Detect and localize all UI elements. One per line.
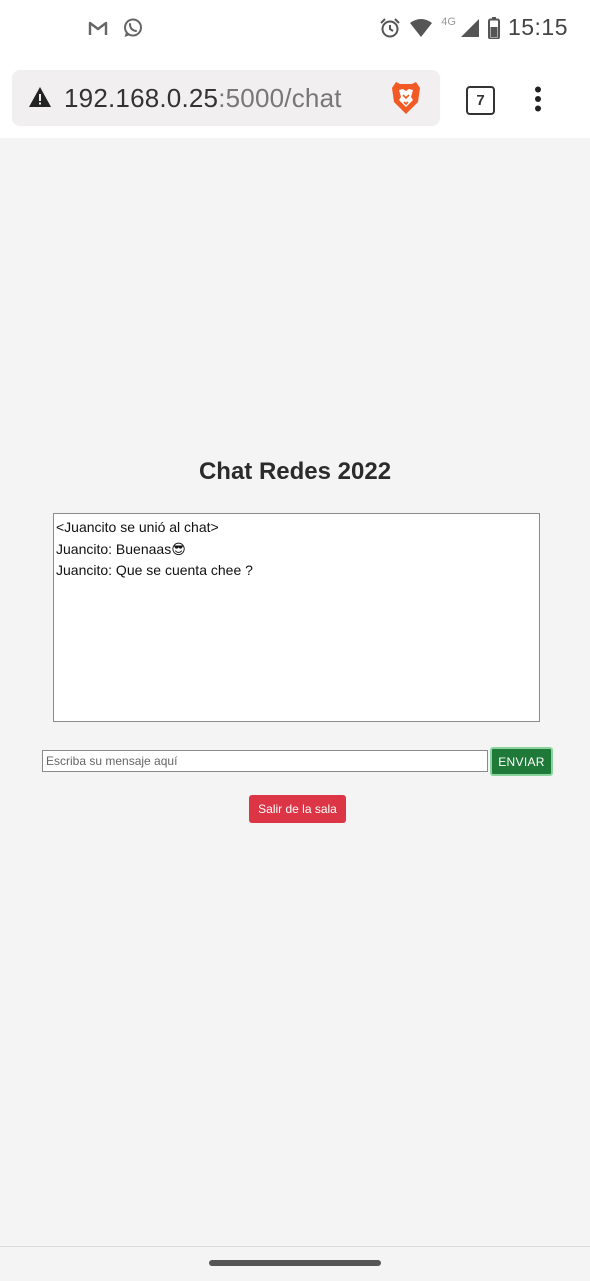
browser-toolbar: 192.168.0.25:5000/chat 7 [0,60,590,138]
gmail-icon [88,20,108,36]
status-bar: 4G 15:15 [0,0,590,60]
chat-messages-box[interactable]: <Juancito se unió al chat> Juancito: Bue… [53,513,540,722]
tabs-count-button[interactable]: 7 [466,86,495,115]
whatsapp-icon [122,17,144,39]
url-text[interactable]: 192.168.0.25:5000/chat [64,83,342,114]
menu-dots-icon[interactable] [532,86,544,112]
send-button[interactable]: ENVIAR [490,747,553,776]
address-bar[interactable]: 192.168.0.25:5000/chat [12,70,440,126]
alarm-icon [379,17,401,39]
clock: 15:15 [507,14,568,40]
network-type-label: 4G [441,15,456,28]
chat-message: Juancito: Buenaas😎 [56,540,186,557]
chat-message: <Juancito se unió al chat> [56,519,219,535]
brave-lion-icon[interactable] [390,80,422,116]
wifi-icon [409,18,433,38]
system-icons: 4G 15:15 [379,14,568,41]
chat-message: Juancito: Que se cuenta chee ? [56,562,253,578]
signal-icon [460,18,480,38]
leave-room-button[interactable]: Salir de la sala [249,795,346,823]
home-gesture-pill[interactable] [209,1260,381,1266]
battery-icon [487,16,500,39]
navigation-bar [0,1246,590,1281]
notification-icons [88,17,144,39]
warning-icon[interactable] [28,86,52,108]
message-input[interactable] [42,750,488,772]
url-host: 192.168.0.25 [64,83,219,113]
url-path: :5000/chat [218,83,342,113]
page-title: Chat Redes 2022 [198,458,392,485]
